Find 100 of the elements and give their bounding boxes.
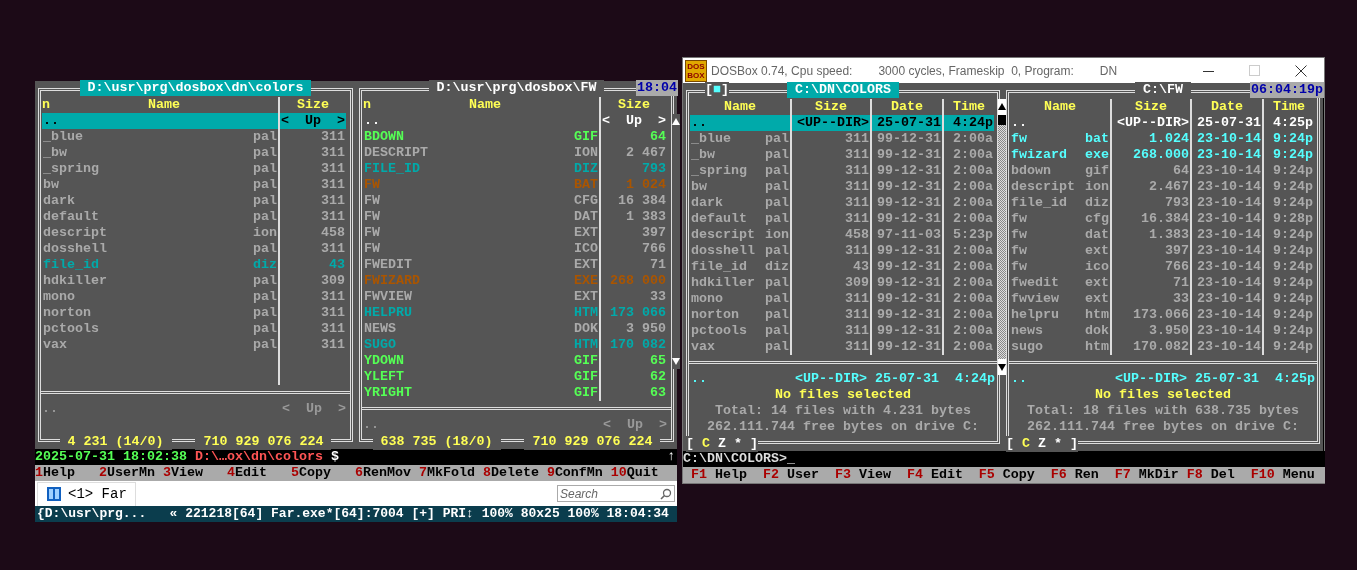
file-name-cell[interactable]: FW CFG [363, 193, 599, 209]
scrollbar[interactable] [998, 99, 1006, 375]
file-name-cell[interactable]: file_id diz [690, 259, 790, 275]
file-name-cell[interactable]: YLEFT GIF [363, 369, 599, 385]
file-name-cell[interactable]: file_id diz [42, 257, 278, 273]
drive-letter[interactable]: Z [1037, 436, 1046, 452]
column-header[interactable]: Name [147, 97, 180, 113]
file-name-cell[interactable]: .. [42, 113, 278, 129]
file-name-cell[interactable]: FWEDIT EXT [363, 257, 599, 273]
column-header[interactable]: Time [952, 99, 985, 115]
search-field[interactable]: Search [557, 485, 675, 502]
file-name-cell[interactable]: vax pal [690, 339, 790, 355]
console-tab[interactable]: <1> Far [37, 481, 136, 506]
file-name-cell[interactable]: .. [1010, 115, 1110, 131]
file-name-cell[interactable]: news dok [1010, 323, 1110, 339]
drive-letter[interactable]: * [733, 436, 742, 452]
column-header[interactable]: Time [1272, 99, 1305, 115]
file-name-cell[interactable]: hdkiller pal [690, 275, 790, 291]
file-name-cell[interactable]: fw ext [1010, 243, 1110, 259]
file-name-cell[interactable]: fw dat [1010, 227, 1110, 243]
function-key[interactable]: F4 Edit [906, 467, 979, 483]
column-header[interactable]: Size [814, 99, 847, 115]
file-name-cell[interactable]: _bw pal [42, 145, 278, 161]
file-name-cell[interactable]: vax pal [42, 337, 278, 353]
function-key[interactable]: F6 Ren [1050, 467, 1115, 483]
column-header[interactable]: Size [1134, 99, 1167, 115]
file-name-cell[interactable]: FW DAT [363, 209, 599, 225]
scroll-thumb[interactable] [998, 115, 1006, 125]
file-name-cell[interactable]: YDOWN GIF [363, 353, 599, 369]
file-name-cell[interactable]: descript ion [1010, 179, 1110, 195]
file-name-cell[interactable]: FWVIEW EXT [363, 289, 599, 305]
function-key[interactable]: F3 View [834, 467, 907, 483]
file-name-cell[interactable]: norton pal [42, 305, 278, 321]
file-name-cell[interactable]: helpru htm [1010, 307, 1110, 323]
file-name-cell[interactable]: FW EXT [363, 225, 599, 241]
file-name-cell[interactable]: _bw pal [690, 147, 790, 163]
function-key[interactable]: 9ConfMn [546, 465, 611, 481]
drive-letter[interactable]: C [702, 436, 710, 452]
file-name-cell[interactable]: descript ion [690, 227, 790, 243]
scroll-up-icon[interactable] [998, 102, 1006, 112]
column-header[interactable]: Date [1210, 99, 1243, 115]
file-name-cell[interactable]: fwizard exe [1010, 147, 1110, 163]
function-key[interactable]: 3View [162, 465, 227, 481]
file-name-cell[interactable]: .. [363, 113, 599, 129]
file-name-cell[interactable]: _spring pal [42, 161, 278, 177]
file-name-cell[interactable]: FW ICO [363, 241, 599, 257]
function-key[interactable]: F8 Del [1186, 467, 1251, 483]
file-name-cell[interactable]: hdkiller pal [42, 273, 278, 289]
file-name-cell[interactable]: pctools pal [42, 321, 278, 337]
sort-indicator[interactable]: n [363, 97, 371, 113]
function-key[interactable]: 2UserMn [99, 465, 163, 481]
file-name-cell[interactable]: mono pal [42, 289, 278, 305]
drive-letter[interactable]: * [1053, 436, 1062, 452]
function-key[interactable]: F5 Copy [978, 467, 1051, 483]
scroll-up-icon[interactable] [672, 117, 680, 127]
function-key[interactable]: 1Help [35, 465, 99, 481]
file-name-cell[interactable]: fwedit ext [1010, 275, 1110, 291]
file-name-cell[interactable]: sugo htm [1010, 339, 1110, 355]
file-name-cell[interactable]: _blue pal [42, 129, 278, 145]
scroll-down-icon[interactable] [672, 356, 680, 366]
file-name-cell[interactable]: default pal [690, 211, 790, 227]
column-header[interactable]: Name [1044, 99, 1076, 115]
file-name-cell[interactable]: default pal [42, 209, 278, 225]
file-name-cell[interactable]: mono pal [690, 291, 790, 307]
scrollbar[interactable] [672, 114, 680, 369]
column-header[interactable]: Name [724, 99, 756, 115]
drive-letter[interactable]: Z [717, 436, 726, 452]
file-name-cell[interactable]: HELPRU HTM [363, 305, 599, 321]
file-name-cell[interactable]: bw pal [42, 177, 278, 193]
file-name-cell[interactable]: SUGO HTM [363, 337, 599, 353]
file-name-cell[interactable]: _blue pal [690, 131, 790, 147]
file-name-cell[interactable]: _spring pal [690, 163, 790, 179]
function-key[interactable]: 10Quit [610, 465, 675, 481]
column-header[interactable]: Name [468, 97, 501, 113]
file-name-cell[interactable]: BDOWN GIF [363, 129, 599, 145]
function-key[interactable]: 7MkFold [418, 465, 483, 481]
file-name-cell[interactable]: FILE_ID DIZ [363, 161, 599, 177]
close-button[interactable]: [■] [705, 82, 729, 98]
column-header[interactable]: Size [296, 97, 329, 113]
file-name-cell[interactable]: dosshell pal [42, 241, 278, 257]
sort-indicator[interactable]: n [42, 97, 50, 113]
close-icon[interactable] [1295, 64, 1307, 77]
function-key[interactable]: F2 User [762, 467, 835, 483]
file-name-cell[interactable]: file_id diz [1010, 195, 1110, 211]
column-header[interactable]: Size [617, 97, 650, 113]
file-name-cell[interactable]: dosshell pal [690, 243, 790, 259]
file-name-cell[interactable]: bdown gif [1010, 163, 1110, 179]
file-name-cell[interactable]: dark pal [42, 193, 278, 209]
function-key[interactable]: F10 Menu [1250, 467, 1315, 483]
function-key[interactable]: 6RenMov [354, 465, 419, 481]
file-name-cell[interactable]: fw ico [1010, 259, 1110, 275]
scroll-down-icon[interactable] [998, 362, 1006, 372]
file-name-cell[interactable]: DESCRIPT ION [363, 145, 599, 161]
column-header[interactable]: Date [890, 99, 923, 115]
file-name-cell[interactable]: norton pal [690, 307, 790, 323]
file-name-cell[interactable]: dark pal [690, 195, 790, 211]
file-name-cell[interactable]: fw bat [1010, 131, 1110, 147]
file-name-cell[interactable]: NEWS DOK [363, 321, 599, 337]
file-name-cell[interactable]: fw cfg [1010, 211, 1110, 227]
file-name-cell[interactable]: bw pal [690, 179, 790, 195]
